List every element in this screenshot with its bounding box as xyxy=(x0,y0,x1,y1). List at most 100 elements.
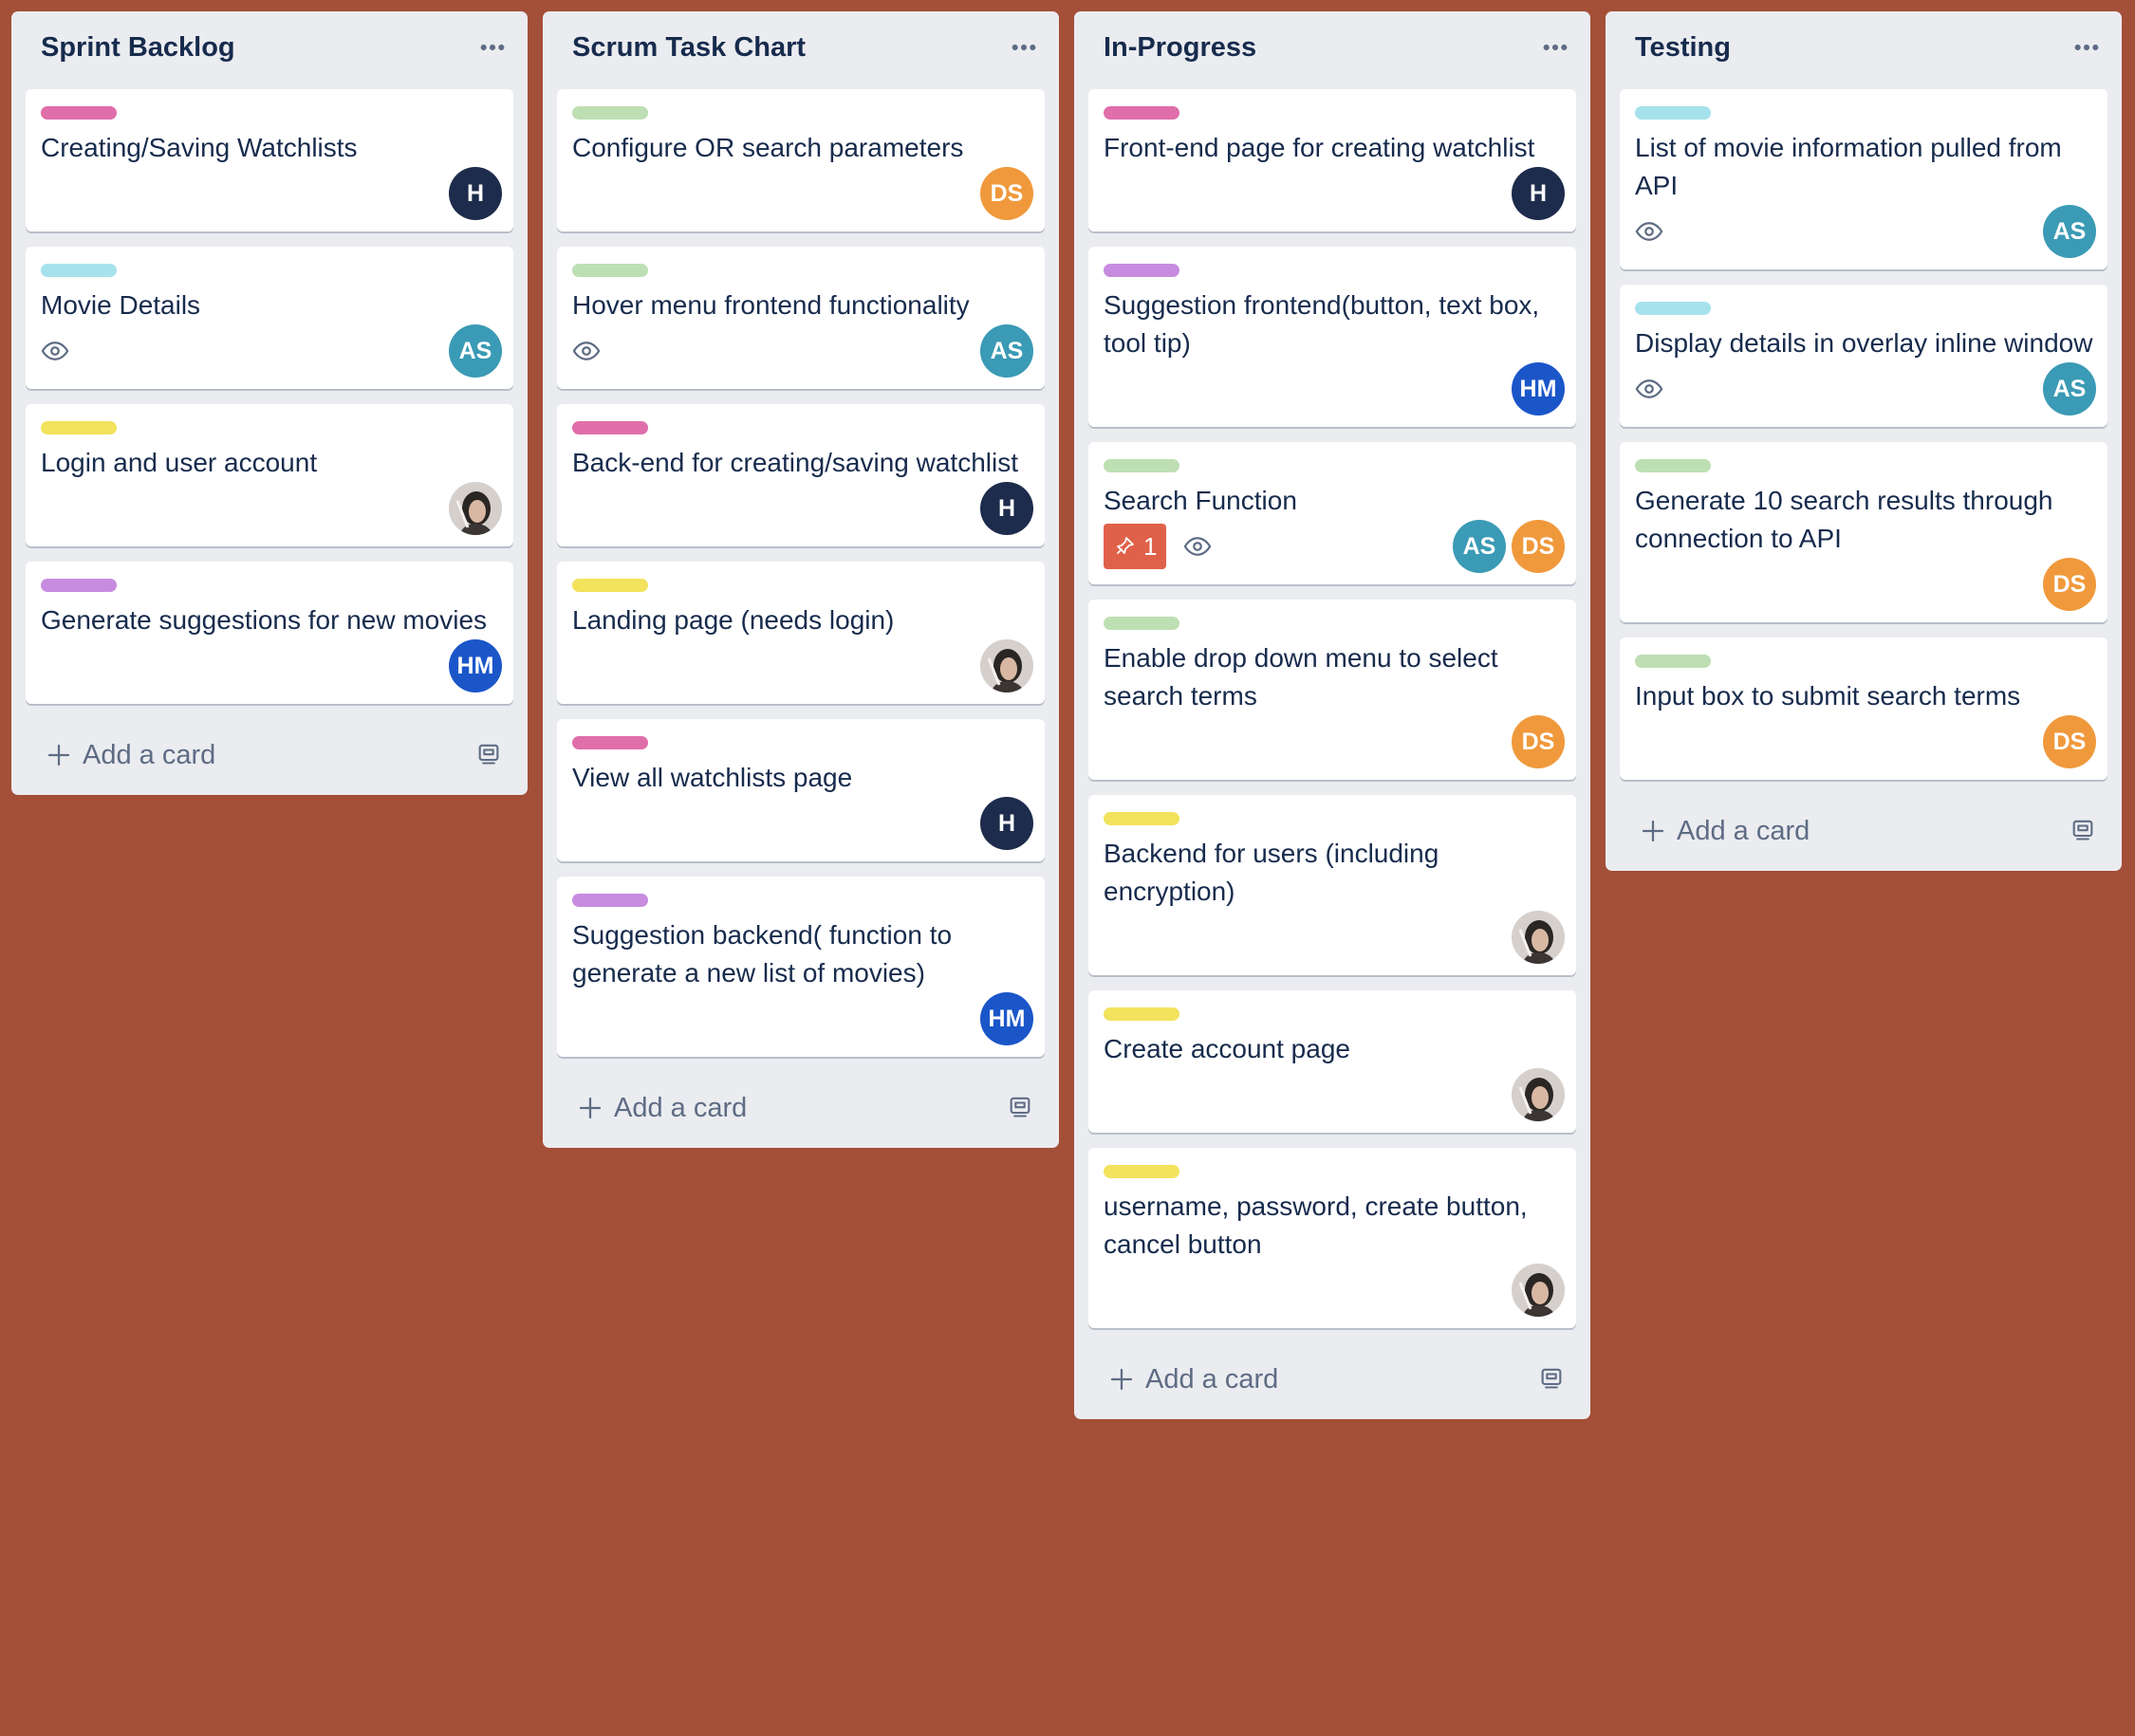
card-label[interactable] xyxy=(572,579,648,592)
member-avatar[interactable] xyxy=(980,639,1033,693)
card-label[interactable] xyxy=(1104,459,1179,472)
list-menu-button[interactable] xyxy=(999,28,1049,67)
member-avatar[interactable] xyxy=(1512,911,1565,964)
create-from-template-button[interactable] xyxy=(1538,1364,1565,1395)
card[interactable]: Generate 10 search results through conne… xyxy=(1620,442,2107,622)
card[interactable]: Movie Details AS xyxy=(26,247,513,389)
card-label[interactable] xyxy=(572,106,648,120)
member-avatar[interactable]: AS xyxy=(2043,362,2096,416)
list-menu-button[interactable] xyxy=(468,28,517,67)
card[interactable]: Landing page (needs login) xyxy=(557,562,1045,704)
create-from-template-button[interactable] xyxy=(2070,816,2096,847)
member-avatar[interactable] xyxy=(1512,1264,1565,1317)
card[interactable]: Creating/Saving Watchlists H xyxy=(26,89,513,231)
member-avatar[interactable]: HM xyxy=(449,639,502,693)
card[interactable]: Generate suggestions for new movies HM xyxy=(26,562,513,704)
member-avatar[interactable]: DS xyxy=(2043,715,2096,768)
watch-eye-icon xyxy=(1183,532,1212,561)
card-label[interactable] xyxy=(1104,106,1179,120)
card-label[interactable] xyxy=(1635,459,1711,472)
member-avatar[interactable]: DS xyxy=(1512,520,1565,573)
member-avatar[interactable]: H xyxy=(980,482,1033,535)
card-footer: 1 AS DS xyxy=(1104,520,1565,573)
member-avatar[interactable]: HM xyxy=(1512,362,1565,416)
list-0: Sprint Backlog Creating/Saving Watchlists… xyxy=(11,11,528,795)
add-card-button[interactable]: Add a card xyxy=(45,740,215,771)
member-avatar[interactable]: DS xyxy=(2043,558,2096,611)
card[interactable]: Backend for users (including encryption) xyxy=(1088,795,1576,975)
card-label[interactable] xyxy=(1104,617,1179,630)
card-badges xyxy=(41,337,69,365)
card-footer: DS xyxy=(572,167,1033,220)
member-avatar[interactable]: H xyxy=(1512,167,1565,220)
card-badges xyxy=(1635,375,1663,403)
card-label[interactable] xyxy=(572,421,648,434)
card-title: Login and user account xyxy=(41,448,318,477)
watch-eye-icon xyxy=(1635,217,1663,246)
card-members: DS xyxy=(1512,715,1565,768)
card[interactable]: List of movie information pulled from AP… xyxy=(1620,89,2107,269)
card-label[interactable] xyxy=(572,736,648,749)
card[interactable]: Back-end for creating/saving watchlist H xyxy=(557,404,1045,546)
list-title: Sprint Backlog xyxy=(41,31,235,63)
list-menu-button[interactable] xyxy=(2062,28,2111,67)
card-members: H xyxy=(1512,167,1565,220)
card[interactable]: Front-end page for creating watchlist H xyxy=(1088,89,1576,231)
card[interactable]: Display details in overlay inline window… xyxy=(1620,285,2107,427)
card[interactable]: Create account page xyxy=(1088,990,1576,1133)
member-avatar[interactable]: H xyxy=(449,167,502,220)
card-title: Hover menu frontend functionality xyxy=(572,290,970,320)
card-label[interactable] xyxy=(1635,655,1711,668)
add-card-button[interactable]: Add a card xyxy=(1639,816,1810,847)
card[interactable]: Hover menu frontend functionality AS xyxy=(557,247,1045,389)
card-label[interactable] xyxy=(41,579,117,592)
card[interactable]: username, password, create button, cance… xyxy=(1088,1148,1576,1328)
card[interactable]: Input box to submit search terms DS xyxy=(1620,637,2107,780)
list-1: Scrum Task Chart Configure OR search para… xyxy=(543,11,1059,1148)
card[interactable]: Enable drop down menu to select search t… xyxy=(1088,600,1576,780)
card-label[interactable] xyxy=(41,421,117,434)
more-options-icon xyxy=(1540,32,1570,63)
card-label[interactable] xyxy=(572,264,648,277)
card-label[interactable] xyxy=(1104,1165,1179,1178)
create-from-template-button[interactable] xyxy=(475,740,502,771)
member-avatar[interactable]: AS xyxy=(1453,520,1506,573)
card-footer xyxy=(572,639,1033,693)
add-card-button[interactable]: Add a card xyxy=(576,1093,747,1124)
card-members: H xyxy=(980,482,1033,535)
card-label[interactable] xyxy=(1104,264,1179,277)
card-members: AS xyxy=(449,324,502,378)
card-title: View all watchlists page xyxy=(572,763,853,792)
member-avatar[interactable] xyxy=(1512,1068,1565,1121)
card-label[interactable] xyxy=(1104,812,1179,825)
due-count: 1 xyxy=(1143,531,1158,561)
member-avatar[interactable]: DS xyxy=(980,167,1033,220)
member-avatar[interactable]: AS xyxy=(2043,205,2096,258)
card-label[interactable] xyxy=(41,106,117,120)
card-label[interactable] xyxy=(1104,1007,1179,1021)
card[interactable]: Search Function 1 AS DS xyxy=(1088,442,1576,584)
card[interactable]: View all watchlists page H xyxy=(557,719,1045,861)
card[interactable]: Configure OR search parameters DS xyxy=(557,89,1045,231)
card[interactable]: Suggestion frontend(button, text box, to… xyxy=(1088,247,1576,427)
card-footer xyxy=(41,482,502,535)
create-from-template-button[interactable] xyxy=(1007,1093,1033,1124)
member-avatar[interactable]: AS xyxy=(980,324,1033,378)
member-avatar[interactable]: DS xyxy=(1512,715,1565,768)
card-title: Generate suggestions for new movies xyxy=(41,605,488,635)
list-menu-button[interactable] xyxy=(1531,28,1580,67)
member-avatar[interactable]: AS xyxy=(449,324,502,378)
member-avatar[interactable]: H xyxy=(980,797,1033,850)
card-label[interactable] xyxy=(1635,302,1711,315)
member-avatar[interactable]: HM xyxy=(980,992,1033,1045)
card[interactable]: Login and user account xyxy=(26,404,513,546)
card-title: Configure OR search parameters xyxy=(572,133,964,162)
card-label[interactable] xyxy=(41,264,117,277)
card-title: Front-end page for creating watchlist xyxy=(1104,133,1535,162)
card-label[interactable] xyxy=(572,894,648,907)
card-footer: DS xyxy=(1635,715,2096,768)
card-label[interactable] xyxy=(1635,106,1711,120)
add-card-button[interactable]: Add a card xyxy=(1107,1364,1278,1395)
member-avatar[interactable] xyxy=(449,482,502,535)
card[interactable]: Suggestion backend( function to generate… xyxy=(557,877,1045,1057)
